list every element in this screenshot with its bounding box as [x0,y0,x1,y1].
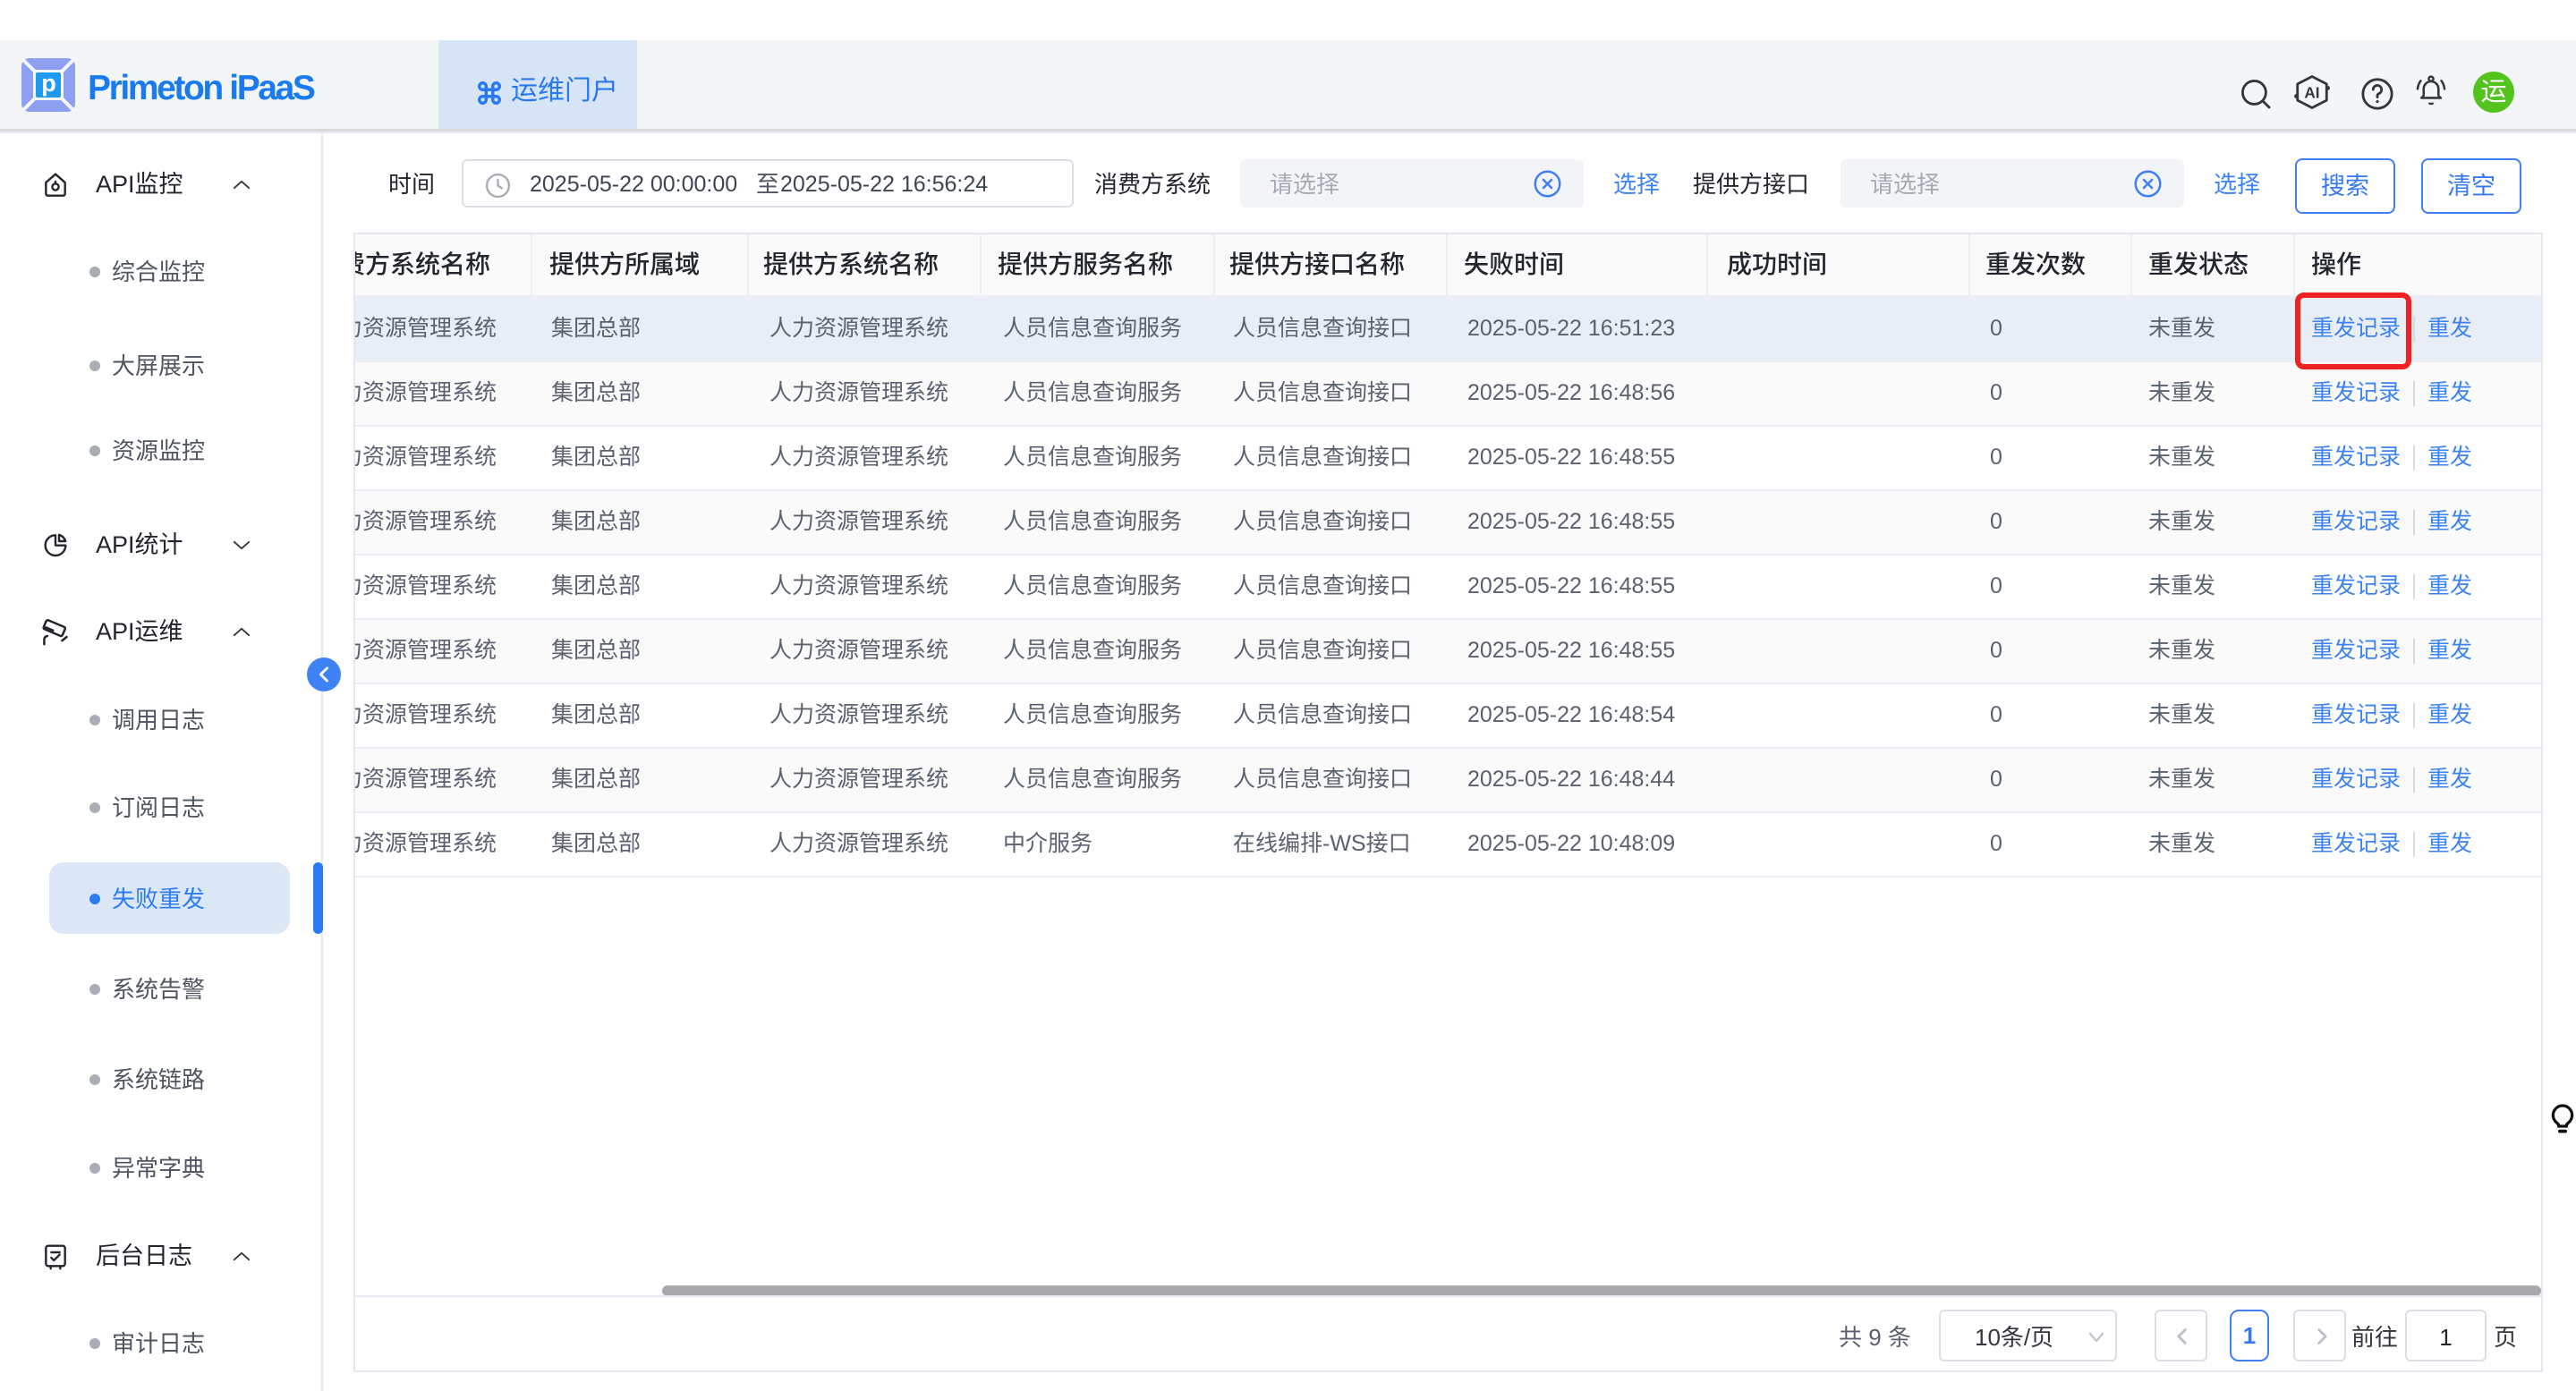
svg-text:p: p [41,70,56,97]
svg-text:AI: AI [2304,84,2319,102]
